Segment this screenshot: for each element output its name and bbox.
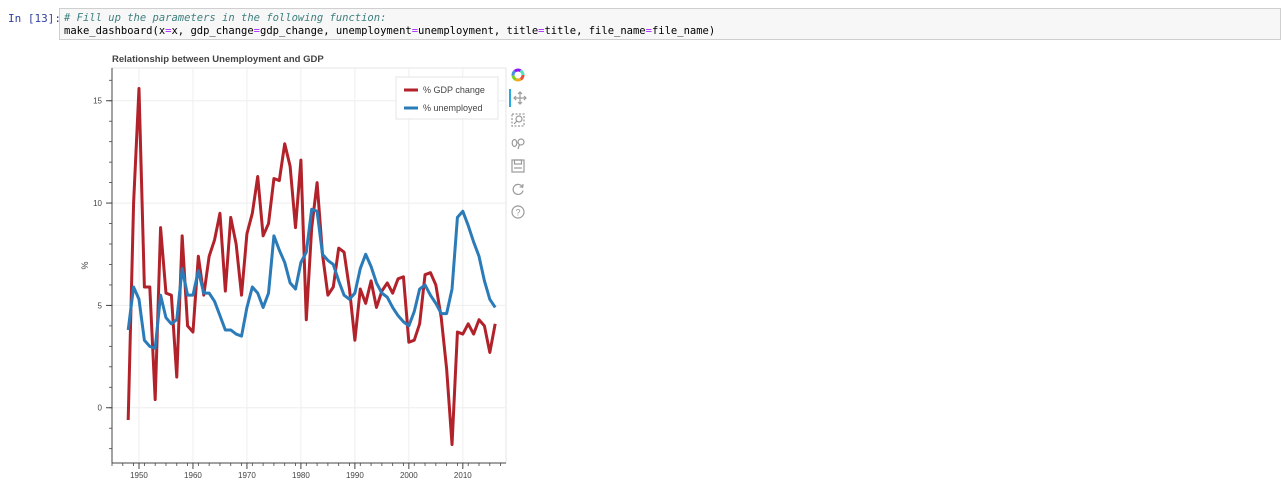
x-tick-label: 1960	[184, 471, 202, 480]
y-tick-label: 10	[93, 199, 102, 208]
code-arg: x, gdp_change	[171, 25, 254, 37]
notebook-cell: In [13]: # Fill up the parameters in the…	[0, 0, 1284, 487]
x-tick-label: 1980	[292, 471, 310, 480]
x-tick-label: 2000	[400, 471, 418, 480]
x-tick-label: 1970	[238, 471, 256, 480]
legend-label: % unemployed	[423, 103, 483, 113]
code-call-prefix: make_dashboard(x	[64, 25, 166, 37]
y-tick-label: 15	[93, 97, 102, 106]
svg-text:?: ?	[515, 208, 520, 218]
box-zoom-icon[interactable]	[509, 111, 527, 129]
code-arg: gdp_change, unemployment	[260, 25, 412, 37]
x-tick-label: 1990	[346, 471, 364, 480]
legend-label: % GDP change	[423, 85, 485, 95]
x-tick-label: 2010	[454, 471, 472, 480]
bokeh-logo-icon[interactable]	[509, 66, 527, 84]
y-axis-label: %	[80, 261, 90, 269]
code-arg: title, file_name	[544, 25, 646, 37]
code-arg: file_name)	[651, 25, 716, 37]
cell-prompt: In [13]:	[8, 12, 61, 25]
wheel-zoom-icon[interactable]	[509, 134, 527, 152]
save-icon[interactable]	[509, 157, 527, 175]
line-chart[interactable]: 1950 1960 1970 1980 1990 2000 2010 0 5 10 15% % GDP…	[0, 48, 540, 487]
reset-icon[interactable]	[509, 180, 527, 198]
bokeh-plot: Relationship between Unemployment and GD…	[0, 48, 540, 487]
code-comment: # Fill up the parameters in the followin…	[64, 12, 387, 24]
y-tick-label: 0	[98, 404, 103, 413]
x-tick-label: 1950	[130, 471, 148, 480]
help-icon[interactable]: ?	[509, 203, 527, 221]
code-call: make_dashboard(x=x, gdp_change=gdp_chang…	[64, 25, 716, 37]
y-tick-label: 5	[98, 301, 103, 310]
code-input[interactable]: # Fill up the parameters in the followin…	[59, 8, 1281, 40]
code-arg: unemployment, title	[418, 25, 539, 37]
chart-title: Relationship between Unemployment and GD…	[112, 54, 324, 65]
pan-icon[interactable]	[509, 89, 529, 107]
